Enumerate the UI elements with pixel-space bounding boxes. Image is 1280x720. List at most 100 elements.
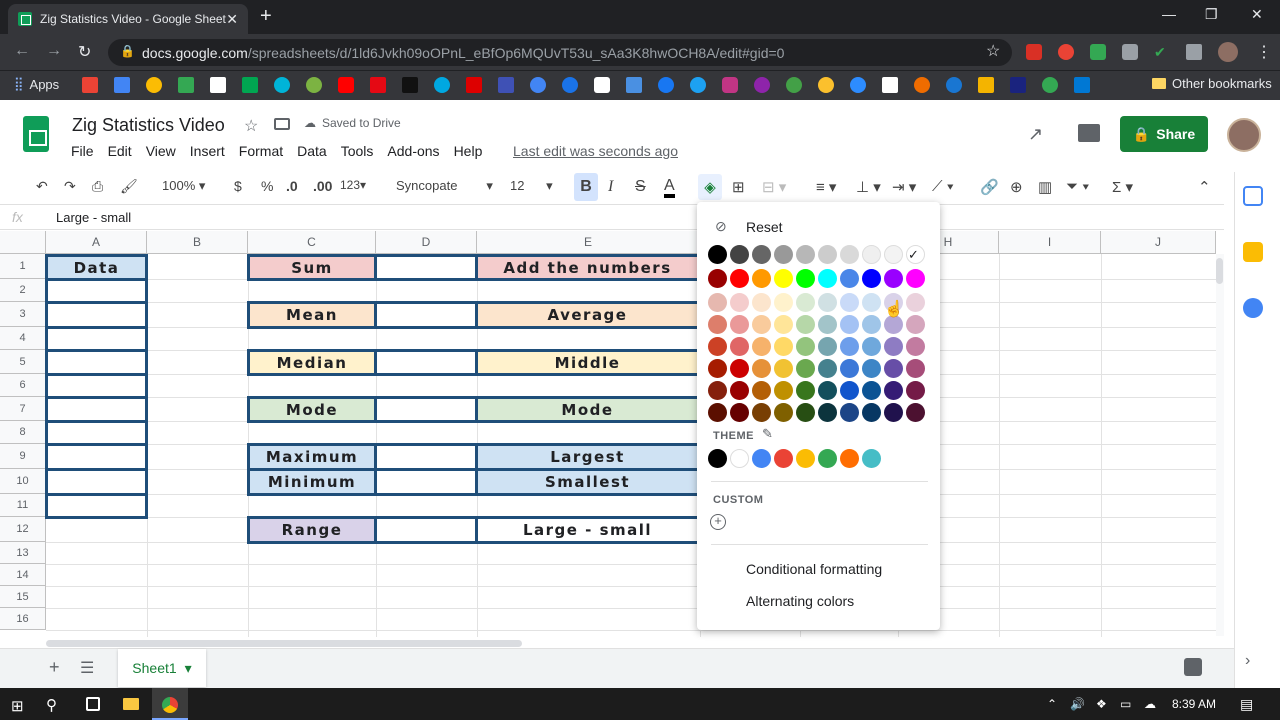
color-swatch[interactable] bbox=[862, 403, 881, 422]
reset-button[interactable]: Reset bbox=[746, 219, 783, 235]
menu-view[interactable]: View bbox=[146, 143, 176, 159]
calendar-icon[interactable] bbox=[1243, 186, 1263, 206]
color-swatch[interactable] bbox=[752, 359, 771, 378]
color-swatch[interactable] bbox=[752, 293, 771, 312]
bookmark-icon[interactable] bbox=[818, 77, 834, 93]
color-swatch[interactable] bbox=[730, 269, 749, 288]
sis-bookmark-icon[interactable] bbox=[1010, 77, 1026, 93]
wix-bookmark-icon[interactable] bbox=[882, 77, 898, 93]
cell-minimum-label[interactable]: Minimum bbox=[247, 468, 377, 496]
color-swatch[interactable] bbox=[818, 337, 837, 356]
color-swatch[interactable] bbox=[708, 269, 727, 288]
decrease-decimal-button[interactable]: .0 bbox=[286, 178, 298, 194]
color-swatch[interactable] bbox=[774, 359, 793, 378]
bookmark-icon[interactable] bbox=[594, 77, 610, 93]
color-swatch[interactable] bbox=[862, 315, 881, 334]
row-header[interactable]: 7 bbox=[0, 397, 46, 421]
add-sheet-icon[interactable]: + bbox=[49, 657, 60, 678]
color-swatch[interactable] bbox=[730, 315, 749, 334]
format-select[interactable]: 123▾ bbox=[340, 178, 366, 192]
menu-data[interactable]: Data bbox=[297, 143, 327, 159]
redo-icon[interactable]: ↷ bbox=[64, 178, 76, 195]
increase-decimal-button[interactable]: .00 bbox=[313, 178, 332, 194]
color-swatch[interactable] bbox=[862, 245, 881, 264]
menu-edit[interactable]: Edit bbox=[108, 143, 132, 159]
document-title[interactable]: Zig Statistics Video bbox=[72, 115, 225, 136]
color-swatch[interactable] bbox=[730, 381, 749, 400]
zoom-select[interactable]: 100% ▾ bbox=[162, 178, 205, 194]
color-swatch[interactable] bbox=[884, 359, 903, 378]
color-swatch[interactable] bbox=[708, 403, 727, 422]
netflix-bookmark-icon[interactable] bbox=[370, 77, 386, 93]
color-swatch[interactable] bbox=[796, 315, 815, 334]
strikethrough-button[interactable]: S bbox=[635, 178, 646, 196]
windows-start-icon[interactable]: ⊞ bbox=[11, 697, 24, 715]
column-header-i[interactable]: I bbox=[999, 231, 1101, 254]
color-swatch[interactable] bbox=[862, 293, 881, 312]
color-swatch[interactable] bbox=[906, 293, 925, 312]
gmail-bookmark-icon[interactable] bbox=[82, 77, 98, 93]
cell-a10[interactable] bbox=[45, 468, 148, 496]
outlook-bookmark-icon[interactable] bbox=[1074, 77, 1090, 93]
color-swatch[interactable] bbox=[818, 403, 837, 422]
cell-a9[interactable] bbox=[45, 443, 148, 471]
column-header-b[interactable]: B bbox=[147, 231, 248, 254]
text-color-button[interactable]: A bbox=[664, 178, 675, 198]
color-swatch[interactable] bbox=[818, 359, 837, 378]
column-header-d[interactable]: D bbox=[376, 231, 477, 254]
last-edit-link[interactable]: Last edit was seconds ago bbox=[513, 143, 678, 159]
borders-icon[interactable]: ⊞ bbox=[732, 178, 745, 196]
color-swatch[interactable] bbox=[752, 245, 771, 264]
tasks-icon[interactable] bbox=[1243, 298, 1263, 318]
italic-button[interactable]: I bbox=[608, 178, 613, 196]
insert-comment-icon[interactable]: ⊕ bbox=[1010, 178, 1023, 196]
color-swatch[interactable] bbox=[818, 245, 837, 264]
color-swatch[interactable] bbox=[774, 293, 793, 312]
row-header[interactable]: 14 bbox=[0, 564, 46, 586]
merge-cells-icon[interactable]: ⊟ ▾ bbox=[762, 178, 786, 196]
close-window-icon[interactable]: ✕ bbox=[1251, 6, 1263, 23]
bookmark-icon[interactable] bbox=[274, 77, 290, 93]
star-icon[interactable]: ☆ bbox=[244, 116, 258, 136]
column-header-c[interactable]: C bbox=[248, 231, 376, 254]
cell-mean-value[interactable] bbox=[374, 301, 478, 329]
menu-insert[interactable]: Insert bbox=[190, 143, 225, 159]
vertical-scroll-thumb[interactable] bbox=[1216, 258, 1223, 284]
color-swatch[interactable] bbox=[840, 403, 859, 422]
color-swatch[interactable] bbox=[840, 269, 859, 288]
color-swatch[interactable] bbox=[862, 381, 881, 400]
color-swatch[interactable] bbox=[752, 381, 771, 400]
color-swatch[interactable] bbox=[818, 315, 837, 334]
extension-icon[interactable] bbox=[1090, 44, 1106, 60]
reload-icon[interactable]: ↻ bbox=[78, 42, 91, 62]
color-swatch[interactable] bbox=[752, 315, 771, 334]
row-header[interactable]: 2 bbox=[0, 279, 46, 302]
color-swatch[interactable] bbox=[840, 337, 859, 356]
extension-icon[interactable] bbox=[1026, 44, 1042, 60]
expand-panel-icon[interactable]: › bbox=[1245, 652, 1250, 670]
bookmark-icon[interactable] bbox=[754, 77, 770, 93]
cell-median-value[interactable] bbox=[374, 349, 478, 376]
text-wrap-icon[interactable]: ⇥ ▾ bbox=[892, 178, 916, 196]
calendar-bookmark-icon[interactable] bbox=[114, 77, 130, 93]
theme-color-swatch[interactable] bbox=[862, 449, 881, 468]
color-swatch[interactable] bbox=[818, 293, 837, 312]
color-swatch[interactable] bbox=[818, 381, 837, 400]
sheets-logo-icon[interactable] bbox=[23, 116, 49, 152]
color-swatch[interactable] bbox=[840, 293, 859, 312]
other-bookmarks[interactable]: Other bookmarks bbox=[1152, 76, 1272, 91]
color-swatch[interactable] bbox=[796, 293, 815, 312]
cell-maximum-label[interactable]: Maximum bbox=[247, 443, 377, 471]
color-swatch[interactable] bbox=[862, 269, 881, 288]
explore-icon[interactable] bbox=[1184, 658, 1202, 676]
cell-mode-label[interactable]: Mode bbox=[247, 396, 377, 423]
bold-button[interactable]: B bbox=[574, 173, 598, 201]
column-header-e[interactable]: E bbox=[477, 231, 700, 254]
currency-button[interactable]: $ bbox=[234, 178, 242, 194]
cell-median-label[interactable]: Median bbox=[247, 349, 377, 376]
all-sheets-icon[interactable]: ☰ bbox=[80, 658, 94, 678]
color-swatch[interactable] bbox=[884, 337, 903, 356]
color-swatch[interactable] bbox=[774, 269, 793, 288]
column-header-a[interactable]: A bbox=[46, 231, 147, 254]
color-swatch[interactable] bbox=[752, 403, 771, 422]
